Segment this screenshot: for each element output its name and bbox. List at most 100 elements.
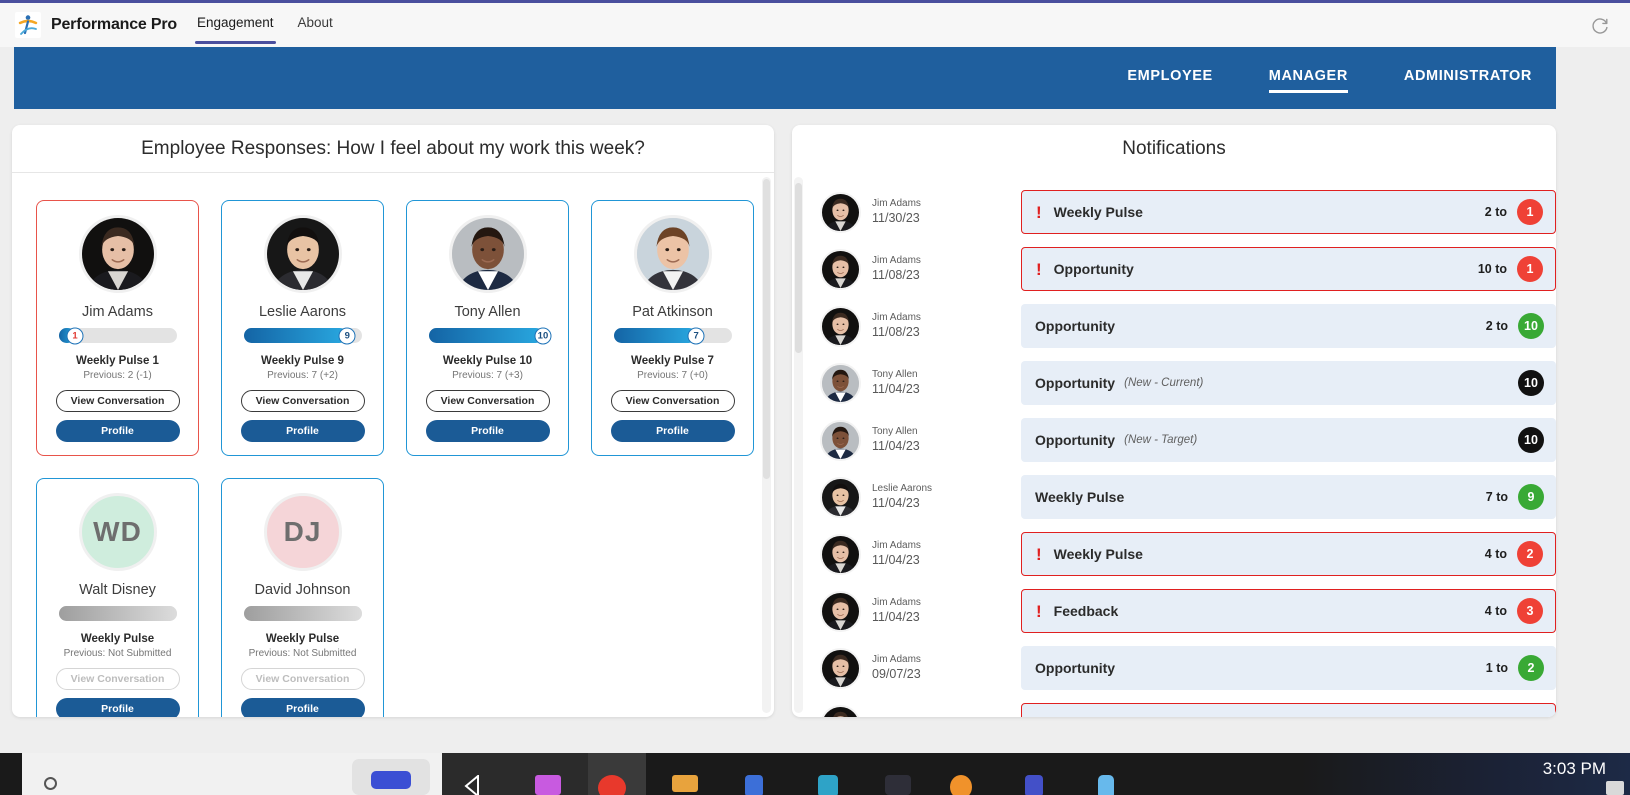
notification-value-badge: 10 [1518, 370, 1544, 396]
previous-score-label: Previous: Not Submitted [63, 648, 172, 659]
view-conversation-button[interactable]: View Conversation [55, 390, 180, 412]
notification-row: Jim Adams 11/30/23! Weekly Pulse 2 to 1 [806, 184, 1556, 240]
notification-date: 11/08/23 [872, 268, 920, 283]
view-conversation-button[interactable]: View Conversation [425, 390, 550, 412]
employee-card[interactable]: DJ David Johnson Weekly Pulse Previous: Not… [221, 478, 384, 717]
notification-person-meta: Jim Adams 11/04/23 [872, 539, 921, 569]
role-tab-employee[interactable]: EMPLOYEE [1127, 68, 1212, 89]
employee-name: Leslie Aarons [258, 304, 347, 320]
alert-exclamation-icon: ! [1036, 601, 1042, 621]
pulse-score-marker: 1 [66, 327, 84, 344]
notification-item[interactable]: ! Feedback 4 to 3 [1021, 589, 1556, 633]
pulse-label: Weekly Pulse [80, 633, 155, 645]
employee-card[interactable]: Pat Atkinson 7 Weekly Pulse 7 Previous: 7 (… [591, 200, 754, 456]
refresh-icon[interactable] [1588, 15, 1612, 39]
notification-date: 11/04/23 [872, 382, 920, 397]
folder-icon[interactable] [672, 775, 698, 792]
blue-app-icon[interactable] [745, 775, 763, 795]
view-conversation-button[interactable]: View Conversation [240, 390, 365, 412]
pulse-score-bar-empty [243, 606, 362, 621]
employee-cards-scroll-area: Jim Adams 1 Weekly Pulse 1 Previous: 2 (-1)… [12, 174, 774, 717]
notification-person-meta: Tony Allen 11/04/23 [872, 425, 920, 455]
avatar [820, 647, 861, 689]
alert-exclamation-icon: ! [1036, 259, 1042, 279]
employee-responses-title: Employee Responses: How I feel about my … [12, 125, 774, 173]
notification-from-value: 2 to [1485, 319, 1508, 333]
avatar [78, 215, 157, 293]
view-conversation-button[interactable]: View Conversation [610, 390, 735, 412]
dark-app-icon[interactable] [885, 775, 911, 795]
notification-item[interactable]: Weekly Pulse 7 to 9 [1021, 475, 1556, 519]
avatar [263, 215, 342, 293]
notification-row: Jim Adams 09/07/23 Opportunity 1 to 2 [806, 640, 1556, 696]
notification-item[interactable]: Opportunity 1 to 2 [1021, 646, 1556, 690]
notification-item[interactable]: Opportunity 2 to 10 [1021, 304, 1556, 348]
previous-score-label: Previous: 7 (+3) [452, 370, 523, 381]
vscode-icon[interactable] [460, 773, 486, 795]
notification-item[interactable]: ! [1021, 703, 1556, 717]
pulse-score-bar-empty [58, 606, 177, 621]
profile-button[interactable]: Profile [425, 420, 550, 442]
alert-exclamation-icon: ! [1036, 544, 1042, 564]
indigo-app-icon[interactable] [1025, 775, 1043, 795]
notification-type-label: Opportunity [1035, 660, 1116, 676]
light-blue-app-icon[interactable] [1098, 775, 1114, 795]
notifications-scrollbar[interactable] [794, 177, 803, 713]
notification-date: 11/04/23 [872, 439, 920, 454]
profile-button[interactable]: Profile [55, 420, 180, 442]
notification-person-meta: Jim Adams 11/04/23 [872, 596, 921, 626]
notifications-list: Jim Adams 11/30/23! Weekly Pulse 2 to 1 Jim … [806, 174, 1556, 717]
notification-change: 7 to 9 [1486, 484, 1544, 510]
pulse-score-bar-fill [243, 328, 348, 343]
notification-item[interactable]: ! Weekly Pulse 4 to 2 [1021, 532, 1556, 576]
purple-app-icon[interactable] [535, 775, 561, 795]
orange-app-icon[interactable] [950, 775, 972, 795]
avatar [820, 590, 861, 632]
left-panel-scrollbar[interactable] [762, 177, 771, 713]
notifications-scrollbar-thumb[interactable] [795, 183, 802, 353]
previous-score-label: Previous: 7 (+0) [637, 370, 708, 381]
role-tab-administrator[interactable]: ADMINISTRATOR [1404, 68, 1532, 89]
left-panel-scrollbar-thumb[interactable] [763, 179, 770, 479]
profile-button[interactable]: Profile [55, 698, 180, 717]
notification-person-name: Tony Allen [872, 425, 918, 437]
pulse-label: Weekly Pulse [265, 633, 340, 645]
pulse-label: Weekly Pulse 10 [442, 355, 533, 367]
taskbar-clock[interactable]: 3:03 PM [1543, 759, 1606, 779]
red-record-icon[interactable] [598, 775, 626, 795]
view-conversation-button: View Conversation [55, 668, 180, 690]
notification-item[interactable]: ! Opportunity 10 to 1 [1021, 247, 1556, 291]
notification-row: Tony Allen 11/04/23 Opportunity (New - Curr… [806, 355, 1556, 411]
notification-row: Leslie Aarons 11/04/23 Weekly Pulse 7 to 9 [806, 469, 1556, 525]
profile-button[interactable]: Profile [240, 698, 365, 717]
notification-person-name: Jim Adams [872, 197, 921, 209]
teal-app-icon[interactable] [818, 775, 838, 795]
avatar [820, 362, 861, 404]
notification-row: Jim Adams 11/04/23 ! Feedback 4 to 3 [806, 583, 1556, 639]
employee-card[interactable]: WD Walt Disney Weekly Pulse Previous: Not S… [36, 478, 199, 717]
employee-name: Pat Atkinson [632, 304, 713, 320]
nav-tab-engagement[interactable]: Engagement [194, 15, 276, 44]
notification-item[interactable]: ! Weekly Pulse 2 to 1 [1021, 190, 1556, 234]
search-icon[interactable] [44, 777, 57, 790]
notification-from-value: 4 to [1484, 547, 1507, 561]
employee-card[interactable]: Jim Adams 1 Weekly Pulse 1 Previous: 2 (-1)… [36, 200, 199, 456]
avatar: WD [78, 493, 157, 571]
profile-button[interactable]: Profile [240, 420, 365, 442]
notification-value-badge: 3 [1517, 598, 1543, 624]
notifications-panel: Notifications Jim Adams 11/30/23! Weekly P… [792, 125, 1556, 717]
notification-item[interactable]: Opportunity (New - Target) 10 [1021, 418, 1556, 462]
taskbar-app-chip[interactable] [352, 759, 430, 795]
show-desktop-button[interactable] [1606, 781, 1624, 795]
profile-button[interactable]: Profile [610, 420, 735, 442]
nav-tab-about[interactable]: About [296, 15, 335, 35]
notification-value-badge: 10 [1518, 427, 1544, 453]
notification-item[interactable]: Opportunity (New - Current) 10 [1021, 361, 1556, 405]
pulse-score-bar-fill [428, 328, 543, 343]
role-tab-manager[interactable]: MANAGER [1268, 68, 1349, 93]
notification-person: Jim Adams 09/07/23 [806, 647, 1021, 689]
employee-card[interactable]: Tony Allen 10 Weekly Pulse 10 Previous: 7 (… [406, 200, 569, 456]
employee-card[interactable]: Leslie Aarons 9 Weekly Pulse 9 Previous: 7 … [221, 200, 384, 456]
taskbar-foreground-window-strip [22, 753, 442, 795]
avatar [448, 215, 527, 293]
